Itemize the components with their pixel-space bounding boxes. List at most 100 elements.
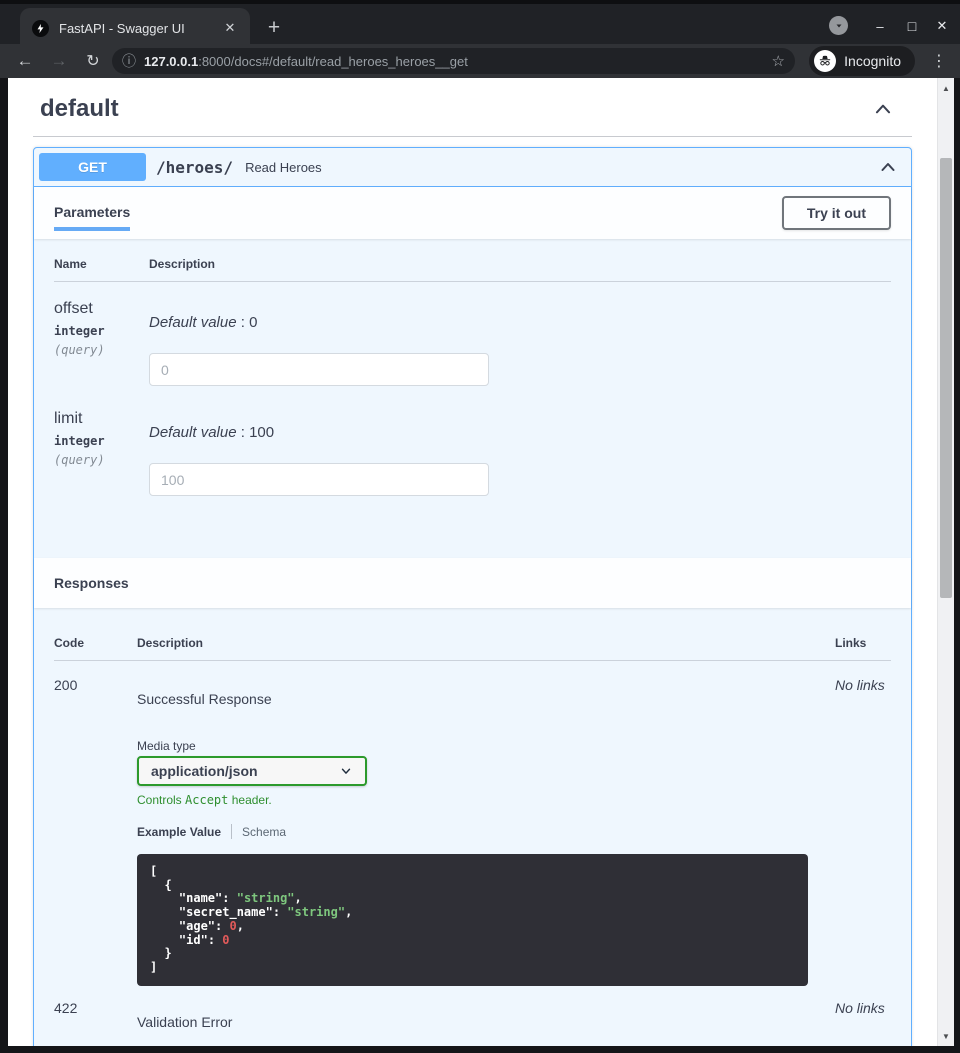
response-row-200: 200 Successful Response Media type appli…	[54, 677, 891, 986]
param-offset-input[interactable]	[149, 353, 489, 386]
hint-prefix: Controls	[137, 793, 185, 807]
response-description-cell: Successful Response Media type applicati…	[137, 677, 835, 986]
opblock-header[interactable]: GET /heroes/ Read Heroes	[34, 148, 911, 187]
param-name: limit	[54, 410, 149, 428]
window-close-button[interactable]: ✕	[930, 12, 954, 40]
param-name: offset	[54, 300, 149, 318]
tab-close-icon[interactable]: ✕	[220, 18, 240, 38]
scrollbar-up-icon[interactable]: ▲	[938, 80, 954, 96]
col-code: Code	[54, 636, 137, 650]
param-default-label: Default value	[149, 314, 237, 331]
response-description-cell: Validation Error	[137, 1000, 835, 1030]
param-default-value: : 100	[237, 424, 275, 441]
param-name-cell: offset integer (query)	[54, 300, 149, 386]
url-host: 127.0.0.1	[144, 54, 198, 69]
swagger-content: default GET /heroes/ Read Heroes Paramet…	[8, 78, 937, 1046]
param-description-cell: Default value : 0	[149, 300, 891, 386]
accept-header-hint: Controls Accept header.	[137, 793, 835, 807]
response-code: 200	[54, 677, 137, 986]
url-text: 127.0.0.1:8000/docs#/default/read_heroes…	[144, 54, 764, 69]
param-row-offset: offset integer (query) Default value : 0	[54, 300, 891, 386]
forward-icon[interactable]: →	[44, 44, 74, 78]
param-row-limit: limit integer (query) Default value : 10…	[54, 410, 891, 496]
media-type-select[interactable]: application/json	[137, 756, 367, 786]
hint-code: Accept	[185, 793, 228, 807]
param-description-cell: Default value : 100	[149, 410, 891, 496]
tab-separator	[231, 824, 232, 839]
example-tabs: Example Value Schema	[137, 824, 835, 839]
param-name-cell: limit integer (query)	[54, 410, 149, 496]
fastapi-favicon-icon	[32, 20, 49, 37]
responses-title: Responses	[54, 575, 129, 591]
maximize-button[interactable]: □	[900, 12, 924, 40]
endpoint-path: /heroes/	[156, 158, 233, 177]
tab-parameters[interactable]: Parameters	[54, 195, 130, 231]
chevron-up-icon	[878, 157, 898, 177]
response-code: 422	[54, 1000, 137, 1030]
param-default-value: : 0	[237, 314, 258, 331]
media-type-value: application/json	[151, 763, 339, 779]
parameters-table-head: Name Description	[54, 257, 891, 281]
response-links: No links	[835, 677, 891, 986]
param-default: Default value : 0	[149, 314, 891, 331]
scrollbar-down-icon[interactable]: ▼	[938, 1028, 954, 1044]
col-description: Description	[149, 257, 891, 271]
col-links: Links	[835, 636, 891, 650]
tab-example-value[interactable]: Example Value	[137, 825, 221, 839]
browser-toolbar: ← → ↻ ⓘ 127.0.0.1:8000/docs#/default/rea…	[0, 44, 960, 78]
try-it-out-button[interactable]: Try it out	[782, 196, 891, 230]
response-links: No links	[835, 1000, 891, 1030]
table-divider	[54, 660, 891, 661]
page-info-icon[interactable]: ⓘ	[122, 51, 136, 71]
tab-title: FastAPI - Swagger UI	[59, 21, 220, 36]
param-limit-input[interactable]	[149, 463, 489, 496]
opblock-collapse-button[interactable]	[878, 157, 898, 177]
param-type: integer	[54, 324, 149, 338]
browser-menu-icon[interactable]: ⋮	[926, 44, 952, 78]
table-divider	[54, 281, 891, 282]
incognito-badge: Incognito	[809, 46, 915, 76]
tag-collapse-button[interactable]	[872, 98, 894, 120]
response-row-422: 422 Validation Error No links	[54, 1000, 891, 1046]
method-badge: GET	[39, 153, 146, 181]
media-type-label: Media type	[137, 739, 835, 753]
tag-section-header[interactable]: default	[33, 78, 912, 136]
incognito-label: Incognito	[844, 53, 901, 69]
tab-schema[interactable]: Schema	[242, 825, 286, 839]
response-description: Successful Response	[137, 691, 835, 707]
col-description: Description	[137, 636, 835, 650]
responses-header: Responses	[34, 558, 911, 608]
opblock-get-heroes: GET /heroes/ Read Heroes Parameters Try …	[33, 147, 912, 1046]
response-description: Validation Error	[137, 1014, 835, 1030]
chevron-down-icon	[339, 764, 353, 778]
col-name: Name	[54, 257, 149, 271]
browser-tab[interactable]: FastAPI - Swagger UI ✕	[20, 8, 250, 48]
parameters-table: Name Description offset integer (query) …	[34, 239, 911, 558]
param-location: (query)	[54, 343, 149, 357]
reload-icon[interactable]: ↻	[78, 44, 108, 78]
tab-strip: FastAPI - Swagger UI ✕ + – □ ✕	[0, 0, 960, 44]
bookmark-star-icon[interactable]: ☆	[772, 52, 785, 70]
address-bar[interactable]: ⓘ 127.0.0.1:8000/docs#/default/read_hero…	[112, 48, 795, 74]
tab-search-icon[interactable]	[829, 16, 848, 35]
back-icon[interactable]: ←	[10, 44, 40, 78]
url-path: :8000/docs#/default/read_heroes_heroes__…	[198, 54, 468, 69]
section-divider	[33, 136, 912, 137]
new-tab-button[interactable]: +	[260, 14, 288, 42]
responses-table-head: Code Description Links	[54, 636, 891, 660]
param-default-label: Default value	[149, 424, 237, 441]
page-viewport: default GET /heroes/ Read Heroes Paramet…	[8, 78, 954, 1046]
param-location: (query)	[54, 453, 149, 467]
param-type: integer	[54, 434, 149, 448]
param-default: Default value : 100	[149, 424, 891, 441]
chevron-up-icon	[872, 98, 894, 120]
example-code-block: [ { "name": "string", "secret_name": "st…	[137, 854, 808, 986]
responses-table: Code Description Links 200 Successful Re…	[34, 608, 911, 1046]
browser-window: FastAPI - Swagger UI ✕ + – □ ✕ ← → ↻ ⓘ 1…	[0, 0, 960, 1053]
page-scrollbar[interactable]: ▲ ▼	[937, 78, 954, 1046]
scrollbar-thumb[interactable]	[940, 158, 952, 598]
minimize-button[interactable]: –	[868, 12, 892, 40]
hint-suffix: header.	[228, 793, 271, 807]
tag-title: default	[40, 95, 119, 123]
incognito-icon	[814, 50, 836, 72]
